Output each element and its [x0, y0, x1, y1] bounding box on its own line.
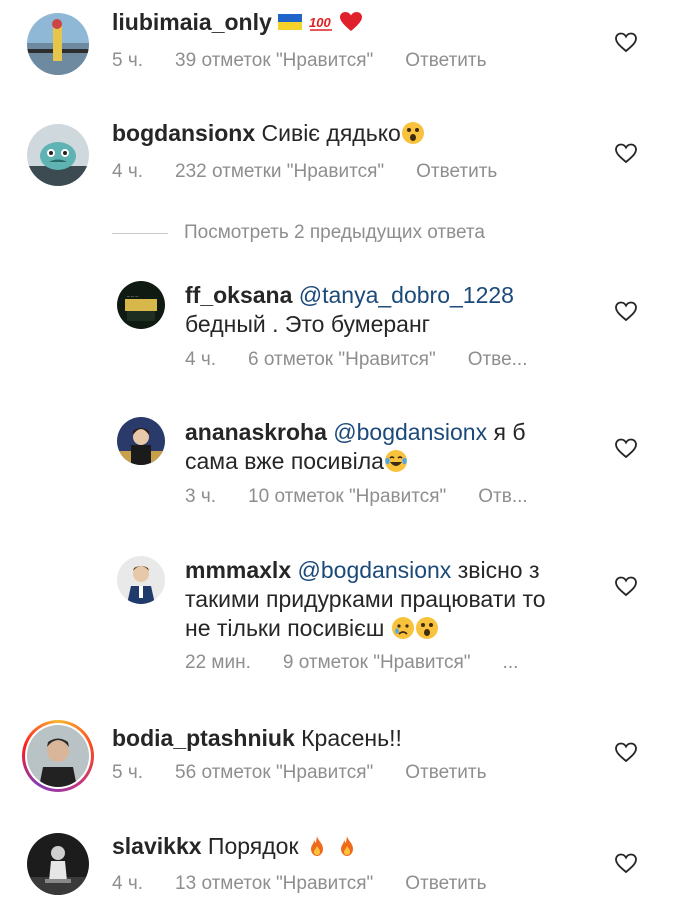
username[interactable]: ananaskroha — [185, 419, 327, 445]
reply-body-start: я б — [493, 419, 526, 445]
view-previous-replies-button[interactable]: Посмотреть 2 предыдущих ответа — [112, 222, 672, 246]
reply-button[interactable]: Ответить — [405, 873, 486, 895]
username[interactable]: slavikkx — [112, 833, 202, 859]
username[interactable]: ff_oksana — [185, 282, 292, 308]
svg-text:_ _ _: _ _ _ — [126, 292, 138, 298]
reply-button[interactable]: Ответить — [405, 762, 486, 784]
timestamp: 4 ч. — [112, 161, 144, 182]
reply-text: mmmaxlx @bogdansionx звісно з такими при… — [185, 556, 605, 643]
more-options-button[interactable]: ... — [503, 652, 519, 674]
avatar[interactable] — [117, 556, 165, 604]
reply-text: ff_oksana @tanya_dobro_1228 бедный . Это… — [185, 281, 605, 339]
timestamp: 3 ч. — [185, 486, 217, 507]
like-heart-icon[interactable] — [614, 437, 638, 459]
likes-count[interactable]: 10 отметок "Нравится" — [248, 486, 446, 508]
like-heart-icon[interactable] — [614, 575, 638, 597]
avatar[interactable] — [117, 417, 165, 465]
likes-count[interactable]: 232 отметки "Нравится" — [175, 161, 384, 183]
reply-meta: 4 ч. 6 отметок "Нравится" Отве... — [185, 349, 527, 371]
avatar[interactable] — [27, 13, 89, 75]
comment-text: slavikkx Порядок — [112, 832, 359, 861]
mention-link[interactable]: @bogdansionx — [333, 419, 487, 445]
like-heart-icon[interactable] — [614, 31, 638, 53]
reply-meta: 3 ч. 10 отметок "Нравится" Отв... — [185, 486, 528, 508]
likes-count[interactable]: 13 отметок "Нравится" — [175, 873, 373, 895]
username[interactable]: liubimaia_only — [112, 9, 272, 35]
comment-body: Сивіє дядько — [261, 120, 401, 146]
avatar[interactable] — [27, 833, 89, 895]
likes-count[interactable]: 56 отметок "Нравится" — [175, 762, 373, 784]
likes-count[interactable]: 9 отметок "Нравится" — [283, 652, 471, 674]
flag-ukraine-icon — [278, 10, 303, 34]
comment-text: bogdansionx Сивіє дядько — [112, 119, 425, 148]
hundred-points-icon: 100 — [309, 10, 333, 34]
like-heart-icon[interactable] — [614, 852, 638, 874]
timestamp: 5 ч. — [112, 762, 144, 783]
fire-icon — [305, 834, 329, 858]
svg-text:100: 100 — [309, 15, 331, 30]
reply-body-start: звісно з — [457, 557, 540, 583]
reply-button[interactable]: Отве... — [468, 349, 528, 371]
like-heart-icon[interactable] — [614, 741, 638, 763]
avatar[interactable]: _ _ _ — [117, 281, 165, 329]
comment-text: bodia_ptashniuk Красень!! — [112, 724, 402, 753]
comment-meta: 4 ч. 13 отметок "Нравится" Ответить — [112, 873, 487, 895]
timestamp: 4 ч. — [112, 873, 144, 894]
crying-face-icon — [391, 616, 415, 640]
reply-button[interactable]: Отв... — [478, 486, 527, 508]
reply-body-line3: не тільки посивієш — [185, 615, 385, 641]
reply-body: сама вже посивіла — [185, 448, 384, 474]
reply-body: бедный . Это бумеранг — [185, 311, 431, 337]
username[interactable]: bogdansionx — [112, 120, 255, 146]
reply-text: ananaskroha @bogdansionx я б сама вже по… — [185, 418, 605, 476]
like-heart-icon[interactable] — [614, 142, 638, 164]
reply-body-line2: такими придурками працювати то — [185, 586, 546, 612]
divider — [112, 233, 168, 234]
timestamp: 5 ч. — [112, 50, 144, 71]
comment-text: liubimaia_only 100 — [112, 8, 363, 37]
fire-icon — [335, 834, 359, 858]
story-ring[interactable] — [22, 720, 94, 792]
comment-meta: 5 ч. 39 отметок "Нравится" Ответить — [112, 50, 487, 72]
timestamp: 22 мин. — [185, 652, 251, 673]
likes-count[interactable]: 39 отметок "Нравится" — [175, 50, 373, 72]
astonished-face-icon — [401, 121, 425, 145]
reply-button[interactable]: Ответить — [416, 161, 497, 183]
tears-of-joy-face-icon — [384, 449, 408, 473]
comment-meta: 5 ч. 56 отметок "Нравится" Ответить — [112, 762, 487, 784]
username[interactable]: mmmaxlx — [185, 557, 291, 583]
comment-meta: 4 ч. 232 отметки "Нравится" Ответить — [112, 161, 497, 183]
reply-button[interactable]: Ответить — [405, 50, 486, 72]
avatar[interactable] — [27, 124, 89, 186]
likes-count[interactable]: 6 отметок "Нравится" — [248, 349, 436, 371]
avatar[interactable] — [27, 725, 89, 787]
reply-meta: 22 мин. 9 отметок "Нравится"... — [185, 652, 518, 674]
mention-link[interactable]: @tanya_dobro_1228 — [299, 282, 514, 308]
astonished-face-icon — [415, 616, 439, 640]
comment-body: Порядок — [207, 833, 299, 859]
like-heart-icon[interactable] — [614, 300, 638, 322]
mention-link[interactable]: @bogdansionx — [298, 557, 452, 583]
timestamp: 4 ч. — [185, 349, 217, 370]
red-heart-icon — [339, 10, 363, 34]
username[interactable]: bodia_ptashniuk — [112, 725, 295, 751]
view-previous-label: Посмотреть 2 предыдущих ответа — [184, 222, 485, 243]
comment-body: Красень!! — [301, 725, 402, 751]
